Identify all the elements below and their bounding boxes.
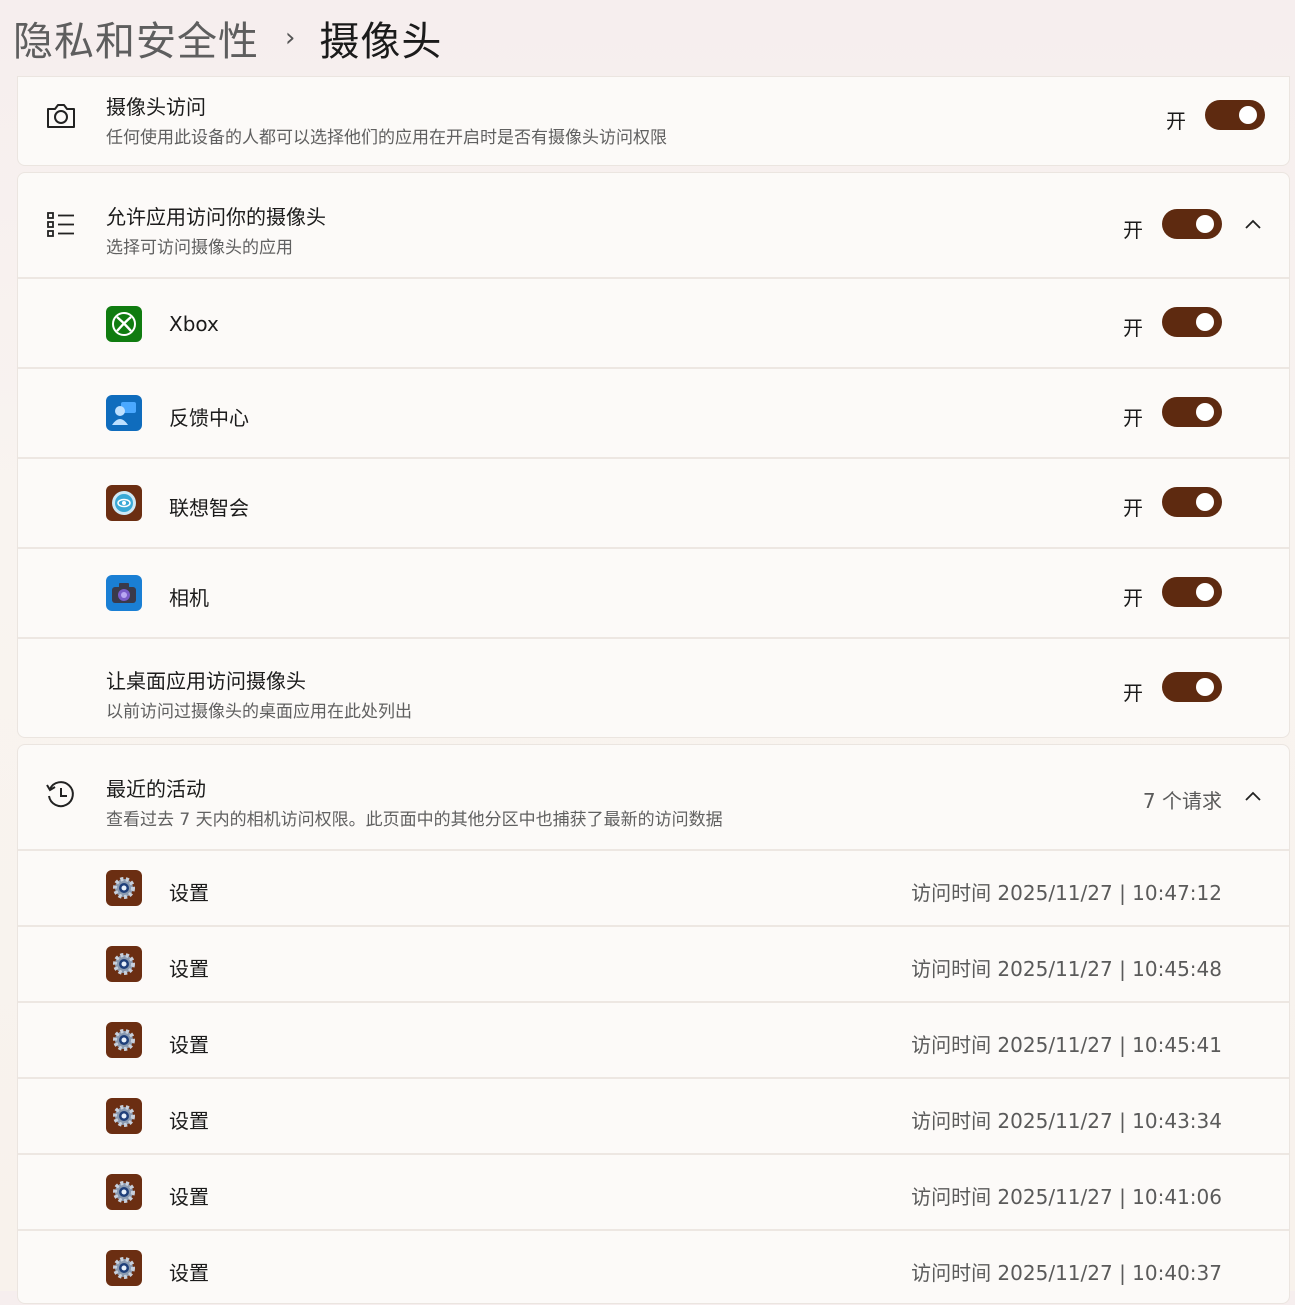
app-name: 相机 xyxy=(169,586,209,610)
camera-access-text: 摄像头访问 任何使用此设备的人都可以选择他们的应用在开启时是否有摄像头访问权限 xyxy=(106,91,667,148)
recent-activity-title: 最近的活动 xyxy=(106,777,206,801)
app-access-subtitle: 选择可访问摄像头的应用 xyxy=(106,238,293,258)
app-row-lenovo-meeting: 联想智会 开 xyxy=(18,457,1289,547)
app-state: 开 xyxy=(1123,496,1143,520)
feedback-hub-toggle[interactable] xyxy=(1162,397,1222,427)
activity-row: 设置 访问时间 2025/11/27 | 10:43:34 xyxy=(18,1077,1289,1153)
chevron-up-icon[interactable] xyxy=(1243,787,1263,807)
app-name: Xbox xyxy=(169,312,219,336)
app-name: 设置 xyxy=(169,881,209,905)
desktop-apps-title: 让桌面应用访问摄像头 xyxy=(106,669,306,693)
app-row-camera: 相机 开 xyxy=(18,547,1289,637)
app-name: 设置 xyxy=(169,1185,209,1209)
recent-activity-subtitle: 查看过去 7 天内的相机访问权限。此页面中的其他分区中也捕获了最新的访问数据 xyxy=(106,810,723,830)
camera-access-title: 摄像头访问 xyxy=(106,95,206,119)
app-state: 开 xyxy=(1123,316,1143,340)
settings-icon xyxy=(106,1250,142,1286)
desktop-apps-state: 开 xyxy=(1123,681,1143,705)
lenovo-meeting-toggle[interactable] xyxy=(1162,487,1222,517)
history-icon xyxy=(45,779,77,811)
app-name: 设置 xyxy=(169,1109,209,1133)
desktop-apps-subtitle: 以前访问过摄像头的桌面应用在此处列出 xyxy=(106,702,412,722)
lenovo-meeting-icon xyxy=(106,485,142,521)
camera-access-row: 摄像头访问 任何使用此设备的人都可以选择他们的应用在开启时是否有摄像头访问权限 … xyxy=(18,77,1289,167)
app-name: 联想智会 xyxy=(169,496,249,520)
settings-icon xyxy=(106,1098,142,1134)
app-name: 设置 xyxy=(169,957,209,981)
app-access-state: 开 xyxy=(1123,218,1143,242)
app-access-toggle[interactable] xyxy=(1162,209,1222,239)
access-time: 访问时间 2025/11/27 | 10:41:06 xyxy=(911,1185,1222,1209)
app-state: 开 xyxy=(1123,586,1143,610)
settings-icon xyxy=(106,1022,142,1058)
camera-access-toggle[interactable] xyxy=(1205,100,1265,130)
app-access-text: 允许应用访问你的摄像头 选择可访问摄像头的应用 xyxy=(106,201,326,258)
app-row-feedback-hub: 反馈中心 开 xyxy=(18,367,1289,457)
app-name: 设置 xyxy=(169,1033,209,1057)
camera-access-state: 开 xyxy=(1166,109,1186,133)
xbox-icon xyxy=(106,306,142,342)
camera-access-subtitle: 任何使用此设备的人都可以选择他们的应用在开启时是否有摄像头访问权限 xyxy=(106,128,667,148)
app-access-card: 允许应用访问你的摄像头 选择可访问摄像头的应用 开 Xbox 开 反馈中心 开 … xyxy=(17,172,1290,738)
camera-icon xyxy=(45,99,77,131)
app-access-title: 允许应用访问你的摄像头 xyxy=(106,205,326,229)
app-name: 反馈中心 xyxy=(169,406,249,430)
camera-app-toggle[interactable] xyxy=(1162,577,1222,607)
activity-row: 设置 访问时间 2025/11/27 | 10:40:37 xyxy=(18,1229,1289,1305)
xbox-toggle[interactable] xyxy=(1162,307,1222,337)
access-time: 访问时间 2025/11/27 | 10:43:34 xyxy=(911,1109,1222,1133)
app-row-xbox: Xbox 开 xyxy=(18,277,1289,367)
breadcrumb-separator-icon: › xyxy=(285,23,296,53)
access-time: 访问时间 2025/11/27 | 10:47:12 xyxy=(911,881,1222,905)
access-time: 访问时间 2025/11/27 | 10:45:41 xyxy=(911,1033,1222,1057)
access-time: 访问时间 2025/11/27 | 10:40:37 xyxy=(911,1261,1222,1285)
camera-app-icon xyxy=(106,575,142,611)
camera-access-card: 摄像头访问 任何使用此设备的人都可以选择他们的应用在开启时是否有摄像头访问权限 … xyxy=(17,76,1290,166)
request-count: 7 个请求 xyxy=(1142,789,1222,813)
settings-icon xyxy=(106,870,142,906)
recent-activity-text: 最近的活动 查看过去 7 天内的相机访问权限。此页面中的其他分区中也捕获了最新的… xyxy=(106,773,723,830)
chevron-up-icon[interactable] xyxy=(1243,215,1263,235)
app-name: 设置 xyxy=(169,1261,209,1285)
list-icon xyxy=(45,209,77,241)
settings-icon xyxy=(106,1174,142,1210)
page-title: 摄像头 xyxy=(319,19,443,65)
desktop-apps-text: 让桌面应用访问摄像头 以前访问过摄像头的桌面应用在此处列出 xyxy=(106,665,412,722)
app-state: 开 xyxy=(1123,406,1143,430)
activity-row: 设置 访问时间 2025/11/27 | 10:45:41 xyxy=(18,1001,1289,1077)
activity-row: 设置 访问时间 2025/11/27 | 10:41:06 xyxy=(18,1153,1289,1229)
activity-row: 设置 访问时间 2025/11/27 | 10:45:48 xyxy=(18,925,1289,1001)
recent-activity-card: 最近的活动 查看过去 7 天内的相机访问权限。此页面中的其他分区中也捕获了最新的… xyxy=(17,744,1290,1304)
feedback-hub-icon xyxy=(106,395,142,431)
settings-icon xyxy=(106,946,142,982)
desktop-apps-toggle[interactable] xyxy=(1162,672,1222,702)
desktop-apps-row: 让桌面应用访问摄像头 以前访问过摄像头的桌面应用在此处列出 开 xyxy=(18,637,1289,739)
activity-row: 设置 访问时间 2025/11/27 | 10:47:12 xyxy=(18,849,1289,925)
recent-activity-header-row[interactable]: 最近的活动 查看过去 7 天内的相机访问权限。此页面中的其他分区中也捕获了最新的… xyxy=(18,745,1289,849)
access-time: 访问时间 2025/11/27 | 10:45:48 xyxy=(911,957,1222,981)
app-access-header-row[interactable]: 允许应用访问你的摄像头 选择可访问摄像头的应用 开 xyxy=(18,173,1289,277)
breadcrumb: 隐私和安全性 › 摄像头 xyxy=(0,0,1295,76)
breadcrumb-parent[interactable]: 隐私和安全性 xyxy=(13,9,259,67)
